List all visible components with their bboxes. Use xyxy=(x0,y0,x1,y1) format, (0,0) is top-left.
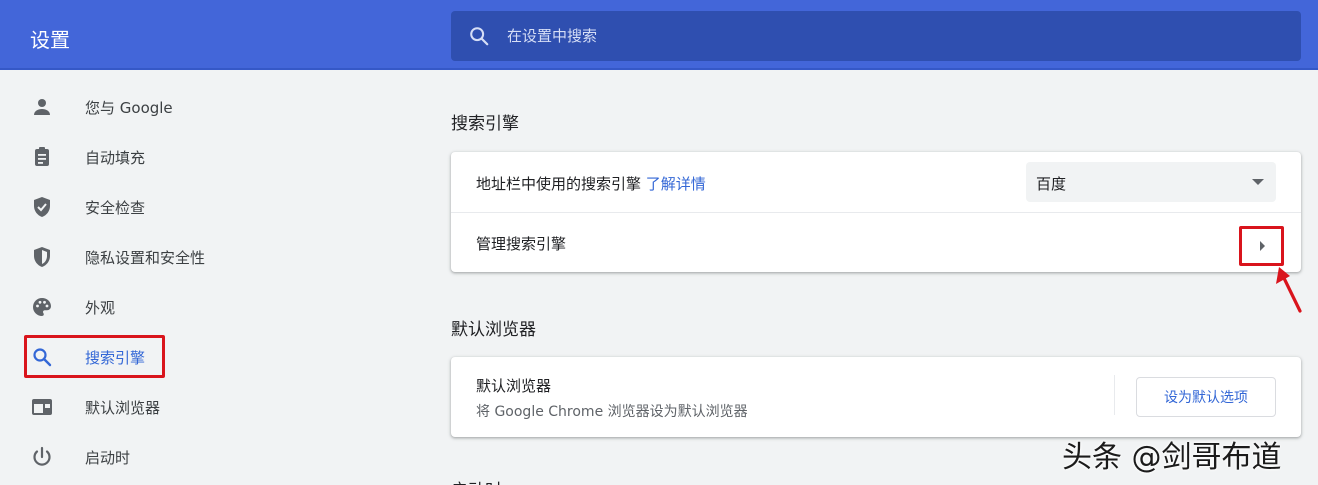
search-input[interactable] xyxy=(507,11,1287,61)
palette-icon xyxy=(33,298,51,316)
sidebar-item-on-startup[interactable]: 启动时 xyxy=(0,432,300,482)
person-icon xyxy=(34,99,50,115)
search-engine-card: 地址栏中使用的搜索引擎 了解详情 百度 管理搜索引擎 xyxy=(451,152,1301,272)
search-box[interactable] xyxy=(451,11,1301,61)
watermark: 头条 @剑哥布道 xyxy=(1062,440,1282,475)
dropdown-arrow-icon xyxy=(1252,179,1264,185)
manage-search-engines-arrow-button[interactable] xyxy=(1239,226,1284,266)
page-title: 设置 xyxy=(30,28,70,52)
power-icon xyxy=(33,446,51,466)
default-browser-row-subtitle: 将 Google Chrome 浏览器设为默认浏览器 xyxy=(476,404,748,420)
sidebar-item-privacy[interactable]: 隐私设置和安全性 xyxy=(0,232,300,282)
address-bar-engine-text: 地址栏中使用的搜索引擎 xyxy=(476,175,642,193)
default-browser-row-title: 默认浏览器 xyxy=(476,377,552,395)
sidebar-item-label: 启动时 xyxy=(85,449,131,467)
vertical-divider xyxy=(1114,375,1115,415)
default-browser-card: 默认浏览器 将 Google Chrome 浏览器设为默认浏览器 设为默认选项 xyxy=(451,357,1301,437)
sidebar-item-label: 隐私设置和安全性 xyxy=(85,249,206,267)
clipboard-icon xyxy=(35,147,49,166)
address-bar-engine-label: 地址栏中使用的搜索引擎 了解详情 xyxy=(476,173,706,194)
sidebar: 您与 Google 自动填充 安全检查 隐私设置和安全性 外观 搜索引擎 默认浏… xyxy=(0,72,440,485)
section-title-default-browser: 默认浏览器 xyxy=(451,320,536,340)
shield-check-icon xyxy=(34,197,50,217)
top-bar: 设置 xyxy=(0,0,1318,70)
shield-half-icon xyxy=(34,247,50,267)
sidebar-item-label: 自动填充 xyxy=(85,149,146,167)
sidebar-item-safety-check[interactable]: 安全检查 xyxy=(0,182,300,232)
section-title-on-startup: 启动时 xyxy=(451,476,502,485)
address-bar-engine-row: 地址栏中使用的搜索引擎 了解详情 百度 xyxy=(451,152,1301,212)
sidebar-item-autofill[interactable]: 自动填充 xyxy=(0,132,300,182)
sidebar-item-label: 安全检查 xyxy=(85,199,146,217)
highlight-box xyxy=(24,335,165,378)
learn-more-link[interactable]: 了解详情 xyxy=(646,175,706,193)
search-icon xyxy=(470,27,489,46)
annotation-arrow-icon xyxy=(1276,267,1302,313)
manage-search-engines-label: 管理搜索引擎 xyxy=(476,235,567,253)
browser-window-icon xyxy=(32,399,52,415)
selected-engine: 百度 xyxy=(1036,175,1067,193)
sidebar-item-label: 您与 Google xyxy=(85,99,173,117)
chevron-right-icon xyxy=(1260,241,1265,251)
sidebar-item-default-browser[interactable]: 默认浏览器 xyxy=(0,382,300,432)
section-title-search-engine: 搜索引擎 xyxy=(451,114,519,134)
sidebar-item-you-and-google[interactable]: 您与 Google xyxy=(0,82,300,132)
sidebar-item-appearance[interactable]: 外观 xyxy=(0,282,300,332)
make-default-button[interactable]: 设为默认选项 xyxy=(1136,377,1276,417)
search-engine-select[interactable]: 百度 xyxy=(1026,162,1276,202)
sidebar-item-label: 默认浏览器 xyxy=(85,399,161,417)
manage-search-engines-row[interactable]: 管理搜索引擎 xyxy=(451,213,1301,272)
sidebar-item-label: 外观 xyxy=(85,299,116,317)
